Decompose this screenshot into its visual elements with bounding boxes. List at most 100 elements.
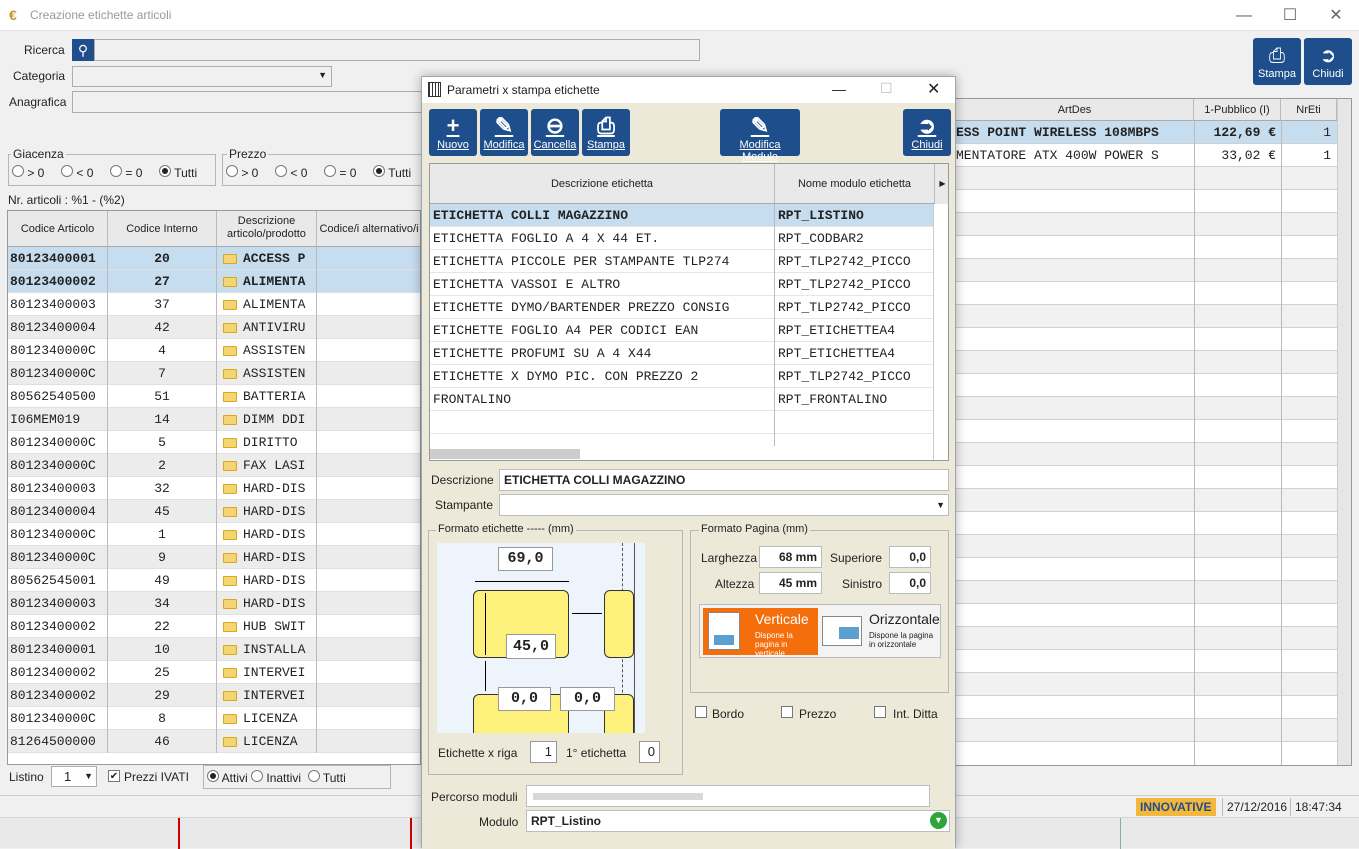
- ricerca-input[interactable]: [94, 39, 700, 61]
- table-row[interactable]: 80123400002 27 ALIMENTA: [8, 270, 420, 293]
- table-row[interactable]: [956, 374, 1337, 397]
- table-row[interactable]: [956, 213, 1337, 236]
- table-row[interactable]: 80123400002 29 INTERVEI: [8, 684, 420, 707]
- table-row[interactable]: [956, 627, 1337, 650]
- giacenza-lt0-radio[interactable]: [61, 165, 74, 177]
- table-row[interactable]: [956, 443, 1337, 466]
- sinistro-input[interactable]: 0,0: [889, 572, 931, 594]
- giacenza-gt0-radio[interactable]: [12, 165, 24, 177]
- table-row[interactable]: [956, 282, 1337, 305]
- close-window-button[interactable]: ✕: [1313, 0, 1359, 31]
- altezza-pagina-input[interactable]: 45 mm: [759, 572, 822, 594]
- modifica-button[interactable]: ✎ Modifica: [480, 109, 528, 156]
- superiore-input[interactable]: 0,0: [889, 546, 931, 568]
- table-row[interactable]: [956, 650, 1337, 673]
- gap-orizzontale-input[interactable]: 0,0: [560, 687, 615, 711]
- dialog-stampa-button[interactable]: ⎙ Stampa: [582, 109, 630, 156]
- col-header-codice-alternativo[interactable]: Codice/i alternativo/i: [317, 211, 420, 247]
- etichette-hscrollbar[interactable]: [430, 446, 933, 460]
- col-header-nome-modulo[interactable]: Nome modulo etichetta: [775, 164, 935, 204]
- table-row[interactable]: 8012340000C 1 HARD-DIS: [8, 523, 420, 546]
- dialog-maximize-button[interactable]: ☐: [880, 80, 893, 97]
- giacenza-eq0-radio[interactable]: [110, 165, 123, 177]
- cell-nreti[interactable]: 1: [1281, 144, 1331, 167]
- prezzo-checkbox[interactable]: [781, 706, 793, 718]
- maximize-button[interactable]: ☐: [1267, 0, 1313, 31]
- bordo-checkbox[interactable]: [695, 706, 707, 718]
- table-row[interactable]: 8012340000C 8 LICENZA: [8, 707, 420, 730]
- tutti-radio[interactable]: [307, 770, 320, 782]
- etichette-riga-input[interactable]: 1: [530, 741, 557, 763]
- dropdown-green-icon[interactable]: ▼: [930, 812, 947, 829]
- prezzi-ivati-checkbox[interactable]: ✔: [108, 770, 120, 782]
- col-header-nreti[interactable]: NrEti: [1281, 99, 1337, 121]
- table-row[interactable]: [956, 604, 1337, 627]
- right-grid-scrollbar[interactable]: [1337, 99, 1351, 765]
- table-row[interactable]: [956, 236, 1337, 259]
- attivi-radio[interactable]: [207, 770, 219, 782]
- table-row[interactable]: I06MEM019 14 DIMM DDI: [8, 408, 420, 431]
- col-header-pubblico[interactable]: 1-Pubblico (I): [1194, 99, 1281, 121]
- table-row[interactable]: [956, 420, 1337, 443]
- table-row[interactable]: 80123400004 42 ANTIVIRU: [8, 316, 420, 339]
- table-row[interactable]: [956, 673, 1337, 696]
- table-row[interactable]: 8012340000C 4 ASSISTEN: [8, 339, 420, 362]
- anagrafica-input[interactable]: [72, 91, 422, 113]
- col-header-descrizione[interactable]: Descrizione articolo/prodotto: [217, 211, 317, 247]
- dialog-chiudi-button[interactable]: ➲ Chiudi: [903, 109, 951, 156]
- table-row[interactable]: 80123400003 32 HARD-DIS: [8, 477, 420, 500]
- table-row[interactable]: ETICHETTE X DYMO PIC. CON PREZZO 2 RPT_TL…: [430, 365, 933, 388]
- table-row[interactable]: ETICHETTA PICCOLE PER STAMPANTE TLP274 RP…: [430, 250, 933, 273]
- larghezza-etichetta-input[interactable]: 69,0: [498, 547, 553, 571]
- altezza-etichetta-input[interactable]: 45,0: [506, 634, 556, 659]
- table-row[interactable]: [956, 466, 1337, 489]
- table-row[interactable]: 8012340000C 5 DIRITTO: [8, 431, 420, 454]
- table-row[interactable]: ETICHETTA COLLI MAGAZZINO RPT_LISTINO: [430, 204, 933, 227]
- nuovo-button[interactable]: + Nuovo: [429, 109, 477, 156]
- table-row[interactable]: ESS POINT WIRELESS 108MBPS 122,69 € 1: [956, 121, 1337, 144]
- table-row[interactable]: [956, 397, 1337, 420]
- prezzo-lt0-radio[interactable]: [275, 165, 288, 177]
- table-row[interactable]: [430, 411, 933, 434]
- dialog-minimize-button[interactable]: —: [832, 81, 846, 97]
- table-row[interactable]: 8012340000C 9 HARD-DIS: [8, 546, 420, 569]
- table-row[interactable]: 8012340000C 2 FAX LASI: [8, 454, 420, 477]
- table-row[interactable]: ETICHETTA FOGLIO A 4 X 44 ET. RPT_CODBAR2: [430, 227, 933, 250]
- table-row[interactable]: 8012340000C 7 ASSISTEN: [8, 362, 420, 385]
- col-header-codice-interno[interactable]: Codice Interno: [108, 211, 217, 247]
- cancella-button[interactable]: ⊖ Cancella: [531, 109, 579, 156]
- percorso-input[interactable]: [526, 785, 930, 807]
- chevron-right-icon[interactable]: ▶: [935, 164, 948, 204]
- table-row[interactable]: ETICHETTA VASSOI E ALTRO RPT_TLP2742_PICC…: [430, 273, 933, 296]
- table-row[interactable]: ETICHETTE DYMO/BARTENDER PREZZO CONSIG RP…: [430, 296, 933, 319]
- modifica-modulo-button[interactable]: ✎ Modifica Modulo: [720, 109, 800, 163]
- table-row[interactable]: 80562545001 49 HARD-DIS: [8, 569, 420, 592]
- col-header-artdes[interactable]: ArtDes: [956, 99, 1194, 121]
- table-row[interactable]: [956, 489, 1337, 512]
- table-row[interactable]: FRONTALINO RPT_FRONTALINO: [430, 388, 933, 411]
- prezzo-gt0-radio[interactable]: [226, 165, 238, 177]
- prezzo-eq0-radio[interactable]: [324, 165, 337, 177]
- table-row[interactable]: [956, 558, 1337, 581]
- table-row[interactable]: ETICHETTE PROFUMI SU A 4 X44 RPT_ETICHETT…: [430, 342, 933, 365]
- table-row[interactable]: [956, 305, 1337, 328]
- table-row[interactable]: [956, 719, 1337, 742]
- minimize-button[interactable]: —: [1221, 0, 1267, 31]
- table-row[interactable]: [956, 512, 1337, 535]
- dialog-close-button[interactable]: ✕: [927, 79, 940, 99]
- table-row[interactable]: [956, 259, 1337, 282]
- table-row[interactable]: [956, 351, 1337, 374]
- table-row[interactable]: [956, 535, 1337, 558]
- categoria-select[interactable]: ▼: [72, 66, 332, 87]
- descrizione-input[interactable]: ETICHETTA COLLI MAGAZZINO: [499, 469, 949, 491]
- listino-select[interactable]: 1 ▼: [51, 766, 97, 787]
- chiudi-button[interactable]: ➲ Chiudi: [1304, 38, 1352, 85]
- inattivi-radio[interactable]: [251, 770, 264, 782]
- stampa-button[interactable]: ⎙ Stampa: [1253, 38, 1301, 85]
- table-row[interactable]: [956, 190, 1337, 213]
- col-header-descrizione-etichetta[interactable]: Descrizione etichetta: [430, 164, 775, 204]
- table-row[interactable]: 80123400001 20 ACCESS P: [8, 247, 420, 270]
- int-ditta-checkbox[interactable]: [874, 706, 886, 718]
- verticale-option[interactable]: Verticale Dispone la pagina in verticale: [703, 608, 818, 658]
- giacenza-tutti-radio[interactable]: [159, 165, 172, 177]
